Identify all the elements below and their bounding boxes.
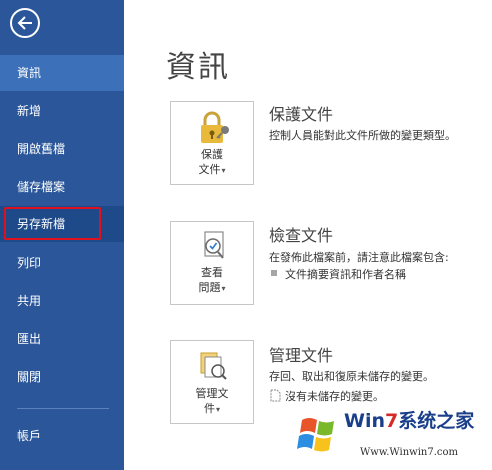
page-title: 資訊 — [166, 50, 230, 85]
manage-section-title: 管理文件 — [269, 346, 334, 365]
protect-button-label-line1: 保護 — [201, 148, 223, 161]
document-icon — [270, 389, 281, 402]
chevron-down-icon: ▾ — [215, 405, 220, 414]
nav-item-new[interactable]: 新增 — [0, 93, 124, 129]
chevron-down-icon: ▾ — [221, 284, 226, 293]
chevron-down-icon: ▾ — [221, 166, 226, 175]
nav-item-share[interactable]: 共用 — [0, 283, 124, 319]
check-issues-button-label-line2: 問題▾ — [198, 281, 226, 294]
inspect-section-title: 檢查文件 — [269, 226, 334, 245]
manage-section-description: 存回、取出和復原未儲存的變更。 — [269, 370, 434, 383]
protect-section-title: 保護文件 — [269, 105, 334, 124]
nav-item-print[interactable]: 列印 — [0, 245, 124, 281]
windows-logo-icon — [297, 418, 334, 452]
protect-button-label-line2: 文件▾ — [198, 163, 226, 176]
nav-item-account[interactable]: 帳戶 — [0, 418, 124, 454]
check-issues-button[interactable]: 查看 問題▾ — [170, 221, 254, 305]
back-arrow-icon — [17, 16, 32, 30]
nav-item-save[interactable]: 儲存檔案 — [0, 169, 124, 205]
nav-separator — [17, 408, 109, 409]
manage-document-button[interactable]: 管理文 件▾ — [170, 340, 254, 424]
protect-document-button[interactable]: 保護 文件▾ — [170, 101, 254, 185]
back-button[interactable] — [10, 8, 40, 38]
nav-item-close[interactable]: 關閉 — [0, 359, 124, 395]
watermark-brand: Win7系统之家 — [344, 410, 475, 432]
protect-section-description: 控制人員能對此文件所做的變更類型。 — [269, 129, 456, 142]
lock-key-icon — [201, 111, 229, 143]
manage-section-subitem: 沒有未儲存的變更。 — [285, 390, 384, 403]
nav-item-export[interactable]: 匯出 — [0, 321, 124, 357]
watermark-url: Www.Winwin7.com — [360, 447, 458, 458]
manage-button-label-line2: 件▾ — [203, 402, 220, 415]
bullet-square-icon — [271, 270, 277, 276]
highlight-box — [4, 207, 101, 240]
nav-item-open[interactable]: 開啟舊檔 — [0, 131, 124, 167]
inspect-section-subitem: 文件摘要資訊和作者名稱 — [285, 268, 406, 281]
inspect-document-icon — [204, 231, 224, 259]
watermark: Win7系统之家 Www.Winwin7.com — [296, 404, 492, 470]
manage-document-icon — [200, 352, 227, 380]
manage-button-label-line1: 管理文 — [195, 387, 229, 400]
nav-item-info[interactable]: 資訊 — [0, 55, 124, 91]
inspect-section-description: 在發佈此檔案前，請注意此檔案包含: — [269, 251, 449, 264]
check-issues-button-label-line1: 查看 — [201, 266, 223, 279]
